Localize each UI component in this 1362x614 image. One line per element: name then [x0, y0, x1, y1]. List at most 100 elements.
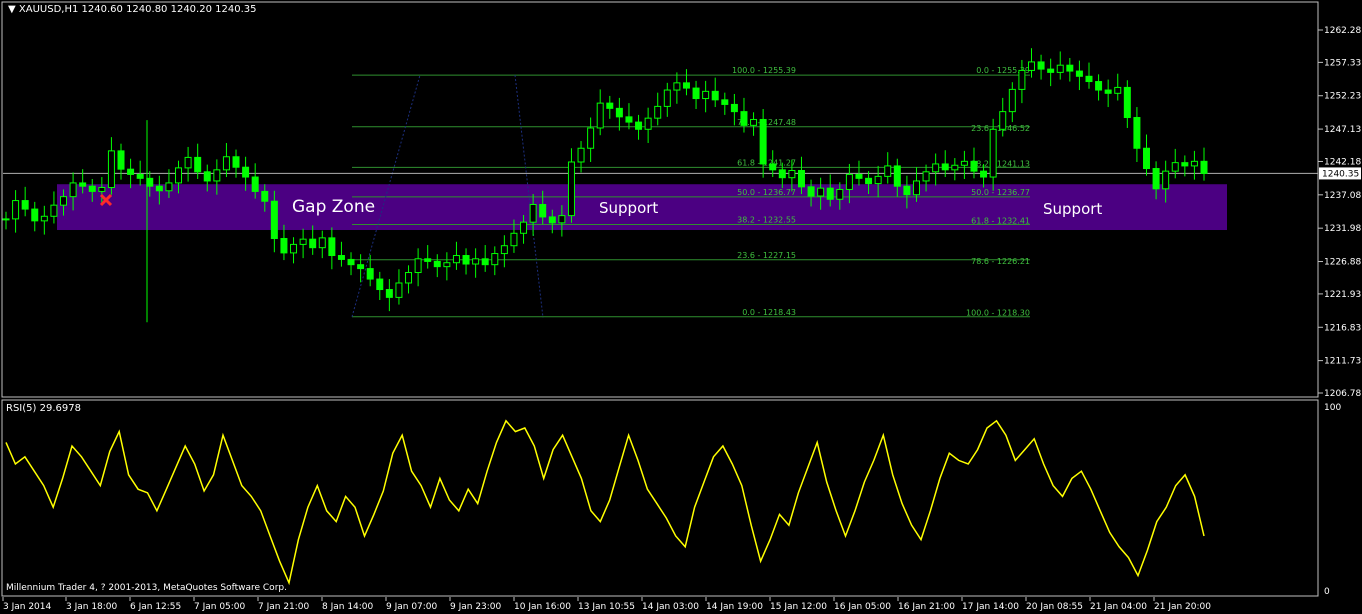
candle-body [1056, 64, 1064, 73]
price-axis-label: 1211.73 [1324, 357, 1361, 367]
candle-body [194, 156, 202, 173]
fib-level-label: 50.0 - 1236.77 [737, 188, 796, 197]
candle-body [21, 200, 29, 210]
candle-body [1008, 88, 1016, 113]
time-axis-label: 15 Jan 12:00 [770, 602, 827, 612]
candle-body [529, 204, 537, 223]
time-axis-label: 3 Jan 18:00 [66, 602, 118, 612]
candle-body [1037, 61, 1045, 70]
candle-body [136, 173, 144, 179]
candle-body [462, 255, 470, 265]
candle-body [12, 200, 20, 220]
candle-body [1018, 69, 1026, 90]
candle-body [951, 164, 959, 171]
support-label-1: Support [599, 199, 659, 217]
chart-background [0, 0, 1362, 614]
candle-body [414, 258, 422, 274]
candle-body [337, 255, 345, 260]
candle-body [721, 99, 729, 105]
candle-body [117, 150, 125, 170]
candle-body [452, 255, 460, 264]
candle-body [750, 118, 758, 126]
price-axis-label: 1221.93 [1324, 290, 1361, 300]
candle-body [1162, 170, 1170, 190]
ohlc-values: 1240.60 1240.80 1240.20 1240.35 [81, 4, 257, 15]
candle-body [309, 238, 317, 249]
candle-body [481, 258, 489, 266]
candle-body [203, 171, 211, 182]
candle-body [999, 111, 1007, 130]
candle-body [347, 258, 355, 266]
candle-body [711, 90, 719, 101]
candle-body [395, 282, 403, 298]
rsi-header: RSI(5) 29.6978 [6, 403, 81, 414]
candle-body [328, 237, 336, 257]
candle-body [932, 163, 940, 173]
price-axis-label: 1231.98 [1324, 224, 1361, 234]
candle-body [1181, 162, 1189, 167]
candle-body [970, 160, 978, 172]
candle-body [740, 111, 748, 126]
time-axis-label: 10 Jan 16:00 [514, 602, 571, 612]
price-chart[interactable]: 100.0 - 1255.3978.6 - 1247.4861.8 - 1241… [0, 0, 1362, 614]
candle-body [797, 169, 805, 188]
price-axis-label: 1252.23 [1324, 92, 1361, 102]
time-axis-label: 16 Jan 21:00 [898, 602, 955, 612]
symbol-timeframe: XAUUSD,H1 [18, 4, 79, 15]
candle-body [558, 215, 566, 224]
candle-body [625, 116, 633, 123]
time-axis-label: 9 Jan 23:00 [450, 602, 502, 612]
candle-body [213, 169, 221, 182]
candle-body [606, 102, 614, 109]
candle-body [2, 218, 10, 221]
candle-body [548, 216, 556, 224]
gap-zone-label: Gap Zone [292, 197, 376, 217]
candle-body [184, 156, 192, 169]
candle-body [50, 204, 58, 217]
candle-body [577, 147, 585, 163]
candle-body [376, 278, 384, 291]
price-axis-label: 1262.28 [1324, 26, 1361, 36]
fib-level-label: 23.6 - 1227.15 [737, 251, 796, 260]
candle-body [769, 163, 777, 171]
fib-level-label: 38.2 - 1232.55 [737, 215, 796, 224]
time-axis-label: 6 Jan 12:55 [130, 602, 181, 612]
candle-body [31, 208, 39, 222]
candle-body [922, 171, 930, 182]
time-axis-label: 7 Jan 21:00 [258, 602, 310, 612]
fib-level-label: 78.6 - 1226.21 [971, 257, 1030, 266]
candle-body [615, 107, 623, 118]
candle-body [980, 170, 988, 178]
candle-body [270, 200, 278, 240]
candle-body [79, 182, 87, 187]
dropdown-triangle-icon[interactable]: ▼ [8, 4, 16, 15]
candle-body [807, 186, 815, 197]
candle-body [654, 105, 662, 119]
fib-level-label: 38.2 - 1241.13 [971, 159, 1030, 168]
candle-body [107, 150, 115, 188]
candle-body [1114, 86, 1122, 94]
fib-level-label: 100.0 - 1255.39 [732, 66, 796, 75]
time-axis-label: 14 Jan 19:00 [706, 602, 763, 612]
candle-body [222, 156, 230, 171]
candle-body [69, 182, 77, 198]
copyright-watermark: Millennium Trader 4, ? 2001-2013, MetaQu… [6, 583, 287, 593]
candle-body [1142, 147, 1150, 170]
candle-body [1123, 86, 1131, 119]
candle-body [1085, 75, 1093, 83]
time-axis-label: 3 Jan 2014 [3, 602, 51, 612]
candle-body [60, 196, 68, 206]
time-axis-label: 16 Jan 05:00 [834, 602, 891, 612]
time-axis-label: 8 Jan 14:00 [322, 602, 374, 612]
candle-body [912, 180, 920, 196]
candle-body [702, 90, 710, 100]
time-axis-label: 17 Jan 14:00 [962, 602, 1019, 612]
time-axis-label: 21 Jan 04:00 [1090, 602, 1147, 612]
candle-body [405, 272, 413, 284]
candle-body [941, 163, 949, 171]
candle-body [510, 232, 518, 247]
price-axis-label: 1247.13 [1324, 125, 1361, 135]
candle-body [644, 117, 652, 130]
rsi-axis-label: 100 [1324, 403, 1341, 413]
price-axis-label: 1216.83 [1324, 323, 1361, 333]
